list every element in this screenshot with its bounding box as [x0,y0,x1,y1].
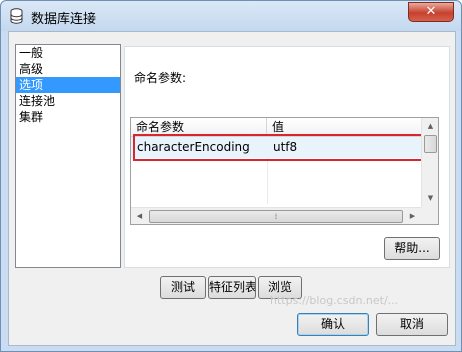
scroll-up-icon[interactable]: ▲ [422,118,439,134]
scroll-right-icon[interactable]: ▶ [404,208,421,224]
scroll-corner [421,207,438,224]
horizontal-scroll-thumb[interactable]: ⁞ [149,210,403,223]
close-button[interactable]: ✕ [408,2,454,22]
nav-item-connection-pool[interactable]: 连接池 [16,93,120,109]
horizontal-scrollbar[interactable]: ◀ ⁞ ▶ [131,207,421,224]
window-title: 数据库连接 [31,12,97,27]
ok-button[interactable]: 确认 [297,313,369,336]
named-params-heading: 命名参数: [134,71,187,85]
feature-list-button[interactable]: 特征列表 [208,276,256,299]
params-table[interactable]: 命名参数 值 characterEncoding utf8 ▲ ▼ ◀ ⁞ ▶ [130,117,439,225]
column-divider [267,158,268,204]
close-icon: ✕ [425,4,437,19]
scroll-down-icon[interactable]: ▼ [422,190,439,206]
scroll-left-icon[interactable]: ◀ [131,208,148,224]
options-panel: 命名参数: 命名参数 值 characterEncoding utf8 ▲ ▼ [124,46,450,268]
nav-item-cluster[interactable]: 集群 [16,109,120,125]
highlight-box [133,134,423,161]
cancel-button[interactable]: 取消 [376,313,448,336]
category-list[interactable]: 一般 高级 选项 连接池 集群 [15,44,121,268]
test-button[interactable]: 测试 [160,276,206,299]
vertical-scrollbar[interactable]: ▲ ▼ [421,118,438,207]
database-icon [10,8,23,24]
watermark: https://blog.csdn.net/... [270,294,399,307]
nav-item-options[interactable]: 选项 [16,77,120,93]
title-bar[interactable]: 数据库连接 ✕ [1,1,461,31]
nav-item-advanced[interactable]: 高级 [16,61,120,77]
nav-item-general[interactable]: 一般 [16,45,120,61]
help-button[interactable]: 帮助... [384,237,440,260]
vertical-scroll-thumb[interactable] [424,135,437,153]
